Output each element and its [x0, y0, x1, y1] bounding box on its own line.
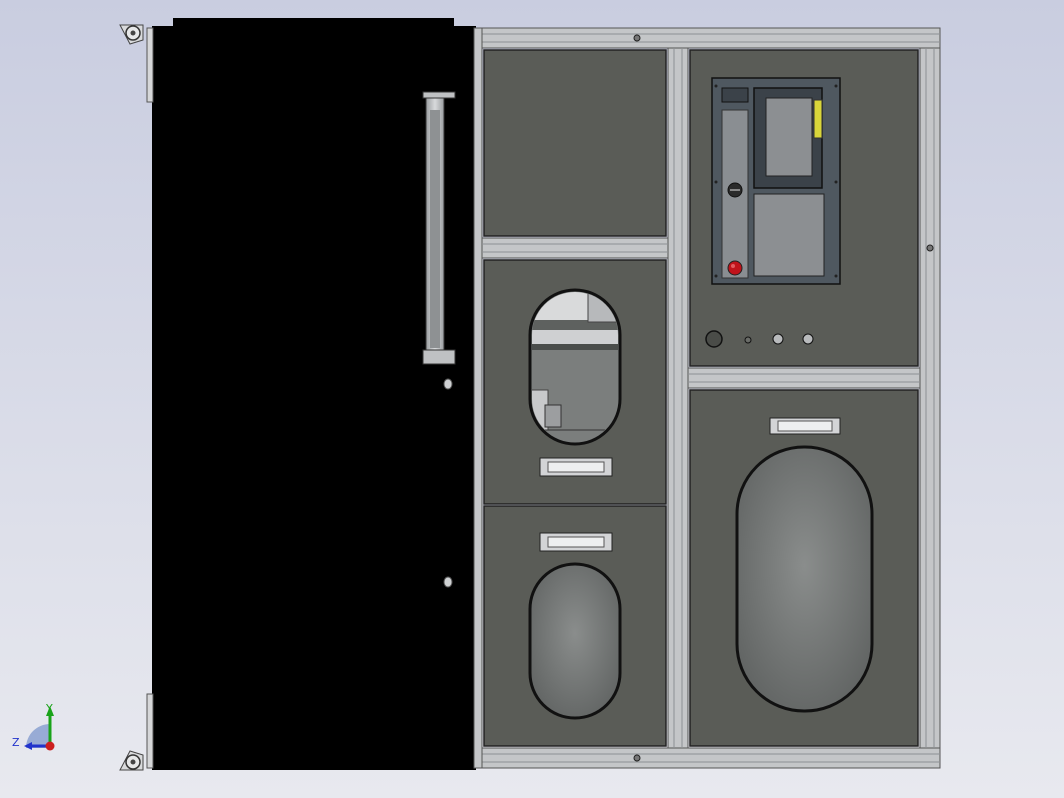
- hmi-screen[interactable]: [765, 97, 813, 177]
- left-crossbar: [481, 237, 669, 259]
- panel-bottom-left[interactable]: [483, 505, 667, 747]
- panel-bottom-right[interactable]: [689, 389, 919, 747]
- left-cabinet-body[interactable]: [146, 18, 476, 770]
- door-handle-icon[interactable]: [539, 532, 613, 552]
- left-plate-bottom: [146, 693, 154, 769]
- panel-top-left[interactable]: [483, 49, 667, 237]
- inspection-window-open: [528, 288, 622, 446]
- warning-label: [813, 99, 823, 139]
- cad-viewport[interactable]: Y Z: [0, 0, 1064, 798]
- left-plate-top: [146, 27, 154, 103]
- left-post: [473, 27, 483, 769]
- control-panel[interactable]: [711, 77, 841, 285]
- z-axis-label: Z: [12, 736, 20, 749]
- cad-drawing: Y Z: [0, 0, 1064, 798]
- panel-top-right[interactable]: [689, 49, 919, 367]
- bottom-rail: [473, 747, 941, 769]
- center-post: [667, 47, 689, 749]
- top-rail: [473, 27, 941, 49]
- cable-gland-mid-2: [802, 333, 814, 345]
- panel-middle-left[interactable]: [483, 259, 667, 505]
- door-handle-icon[interactable]: [539, 457, 613, 477]
- cable-gland-mid-1: [772, 333, 784, 345]
- hinge-pin-upper: [443, 378, 453, 390]
- right-post: [919, 47, 941, 749]
- door-handle-icon[interactable]: [769, 417, 841, 435]
- large-inspection-window: [735, 445, 874, 713]
- right-crossbar: [687, 367, 921, 389]
- hinge-pin-lower: [443, 576, 453, 588]
- lower-panel-plate: [753, 193, 825, 277]
- inspection-window-closed: [528, 562, 622, 720]
- cable-gland-small: [744, 336, 752, 344]
- y-axis-label: Y: [45, 702, 53, 715]
- indicator-slot: [721, 87, 749, 103]
- emergency-stop-icon[interactable]: [727, 260, 743, 276]
- cable-gland-large: [705, 330, 723, 348]
